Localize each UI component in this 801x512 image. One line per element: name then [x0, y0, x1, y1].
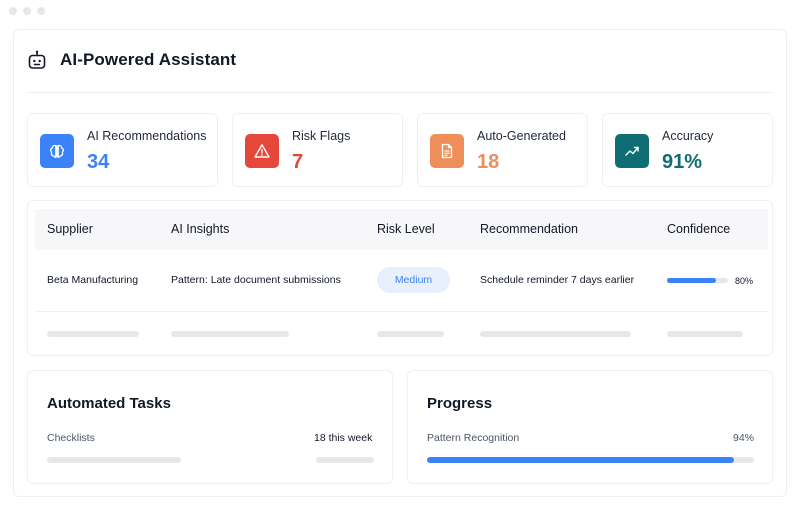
- risk-level-badge: Medium: [377, 267, 450, 293]
- confidence-value: 80%: [735, 276, 754, 286]
- stat-value: 91%: [662, 151, 703, 173]
- stat-value: 18: [477, 151, 500, 173]
- window-dot: [37, 7, 45, 15]
- stat-label: Risk Flags: [292, 129, 351, 143]
- skeleton-placeholder: [377, 331, 444, 337]
- trend-up-icon: [615, 134, 649, 168]
- row-divider: [35, 311, 768, 312]
- column-header-confidence[interactable]: Confidence: [667, 222, 730, 236]
- stat-label: Auto-Generated: [477, 129, 566, 143]
- insights-table: Supplier AI Insights Risk Level Recommen…: [27, 200, 773, 356]
- column-header-risk-level[interactable]: Risk Level: [377, 222, 435, 236]
- card-title: Automated Tasks: [47, 395, 171, 412]
- skeleton-placeholder: [316, 457, 374, 463]
- warning-icon: [245, 134, 279, 168]
- window-dot: [9, 7, 17, 15]
- progress-percent: 94%: [733, 432, 755, 444]
- stat-value: 34: [87, 151, 110, 173]
- stat-card-ai-recommendations[interactable]: AI Recommendations 34: [27, 113, 218, 187]
- column-header-ai-insights[interactable]: AI Insights: [171, 222, 229, 236]
- confidence-bar: [667, 278, 728, 283]
- progress-bar-fill: [427, 457, 735, 463]
- progress-bar: [427, 457, 754, 463]
- window-dot: [23, 7, 31, 15]
- document-icon: [430, 134, 464, 168]
- stat-value: 7: [292, 151, 304, 173]
- stat-label: AI Recommendations: [87, 129, 207, 143]
- page-header: AI-Powered Assistant: [28, 50, 236, 70]
- skeleton-placeholder: [480, 331, 631, 337]
- window-controls: [9, 7, 45, 15]
- stat-card-risk-flags[interactable]: Risk Flags 7: [232, 113, 403, 187]
- header-divider: [28, 92, 772, 93]
- cell-supplier: Beta Manufacturing: [47, 274, 139, 286]
- cell-ai-insight: Pattern: Late document submissions: [171, 274, 341, 286]
- stat-card-auto-generated[interactable]: Auto-Generated 18: [417, 113, 588, 187]
- progress-card: Progress Pattern Recognition 94%: [407, 370, 773, 484]
- skeleton-placeholder: [667, 331, 743, 337]
- skeleton-placeholder: [171, 331, 289, 337]
- brain-icon: [40, 134, 74, 168]
- task-label: Checklists: [47, 432, 95, 444]
- skeleton-placeholder: [47, 457, 181, 463]
- cell-recommendation: Schedule reminder 7 days earlier: [480, 274, 635, 286]
- task-count: 18 this week: [314, 432, 373, 444]
- card-title: Progress: [427, 395, 493, 412]
- column-header-recommendation[interactable]: Recommendation: [480, 222, 578, 236]
- stat-label: Accuracy: [662, 129, 714, 143]
- robot-icon: [28, 50, 46, 69]
- skeleton-placeholder: [47, 331, 139, 337]
- stat-card-accuracy[interactable]: Accuracy 91%: [602, 113, 773, 187]
- progress-label: Pattern Recognition: [427, 432, 520, 444]
- confidence-bar-fill: [667, 278, 716, 283]
- column-header-supplier[interactable]: Supplier: [47, 222, 93, 236]
- automated-tasks-card: Automated Tasks Checklists 18 this week: [27, 370, 393, 484]
- page-title: AI-Powered Assistant: [60, 50, 237, 69]
